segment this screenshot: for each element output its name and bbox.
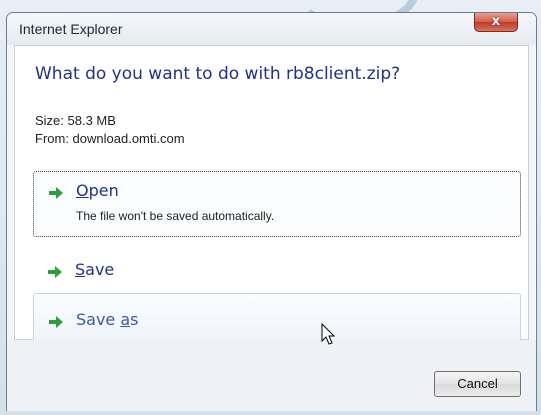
open-option[interactable]: Open The file won't be saved automatical… xyxy=(33,171,521,237)
title-bar[interactable]: Internet Explorer x xyxy=(7,13,536,45)
close-button[interactable]: x xyxy=(474,13,518,32)
dialog-footer: Cancel xyxy=(7,340,536,411)
green-arrow-icon xyxy=(49,316,63,328)
open-description: The file won't be saved automatically. xyxy=(76,209,275,223)
download-question: What do you want to do with rb8client.zi… xyxy=(35,64,401,84)
cancel-button[interactable]: Cancel xyxy=(434,371,521,397)
save-option[interactable]: Save xyxy=(33,251,521,291)
desktop: Internet Explorer x What do you want to … xyxy=(0,0,541,415)
file-source: From: download.omti.com xyxy=(35,131,185,146)
close-icon: x xyxy=(491,14,501,29)
dialog-content: What do you want to do with rb8client.zi… xyxy=(14,45,529,349)
save-as-label: Save as xyxy=(76,310,139,329)
download-dialog: Internet Explorer x What do you want to … xyxy=(6,12,537,411)
file-size: Size: 58.3 MB xyxy=(35,113,116,128)
mouse-cursor-icon xyxy=(321,323,336,345)
window-title: Internet Explorer xyxy=(19,21,123,37)
green-arrow-icon xyxy=(49,187,63,199)
save-label: Save xyxy=(75,260,115,279)
green-arrow-icon xyxy=(48,266,62,278)
open-label: Open xyxy=(76,181,119,200)
